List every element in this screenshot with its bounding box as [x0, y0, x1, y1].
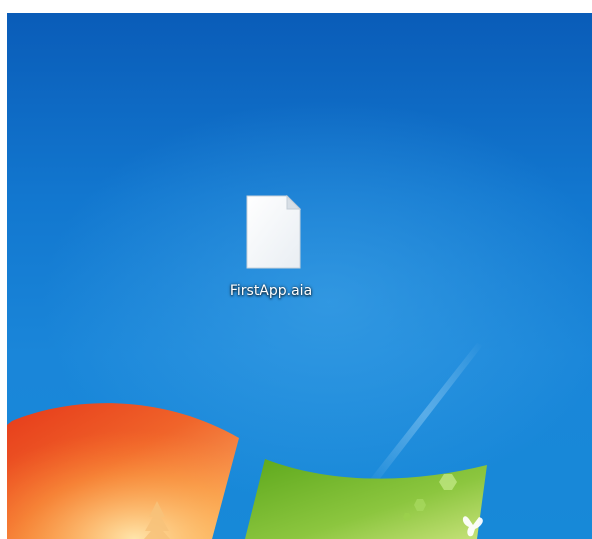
light-streak	[367, 343, 483, 485]
green-flag-segment	[245, 459, 487, 539]
desktop-background[interactable]: FirstApp.aia	[7, 13, 592, 539]
desktop-file-icon[interactable]: FirstApp.aia	[207, 195, 335, 305]
file-name-label: FirstApp.aia	[229, 283, 313, 299]
blank-document-icon	[246, 195, 301, 269]
